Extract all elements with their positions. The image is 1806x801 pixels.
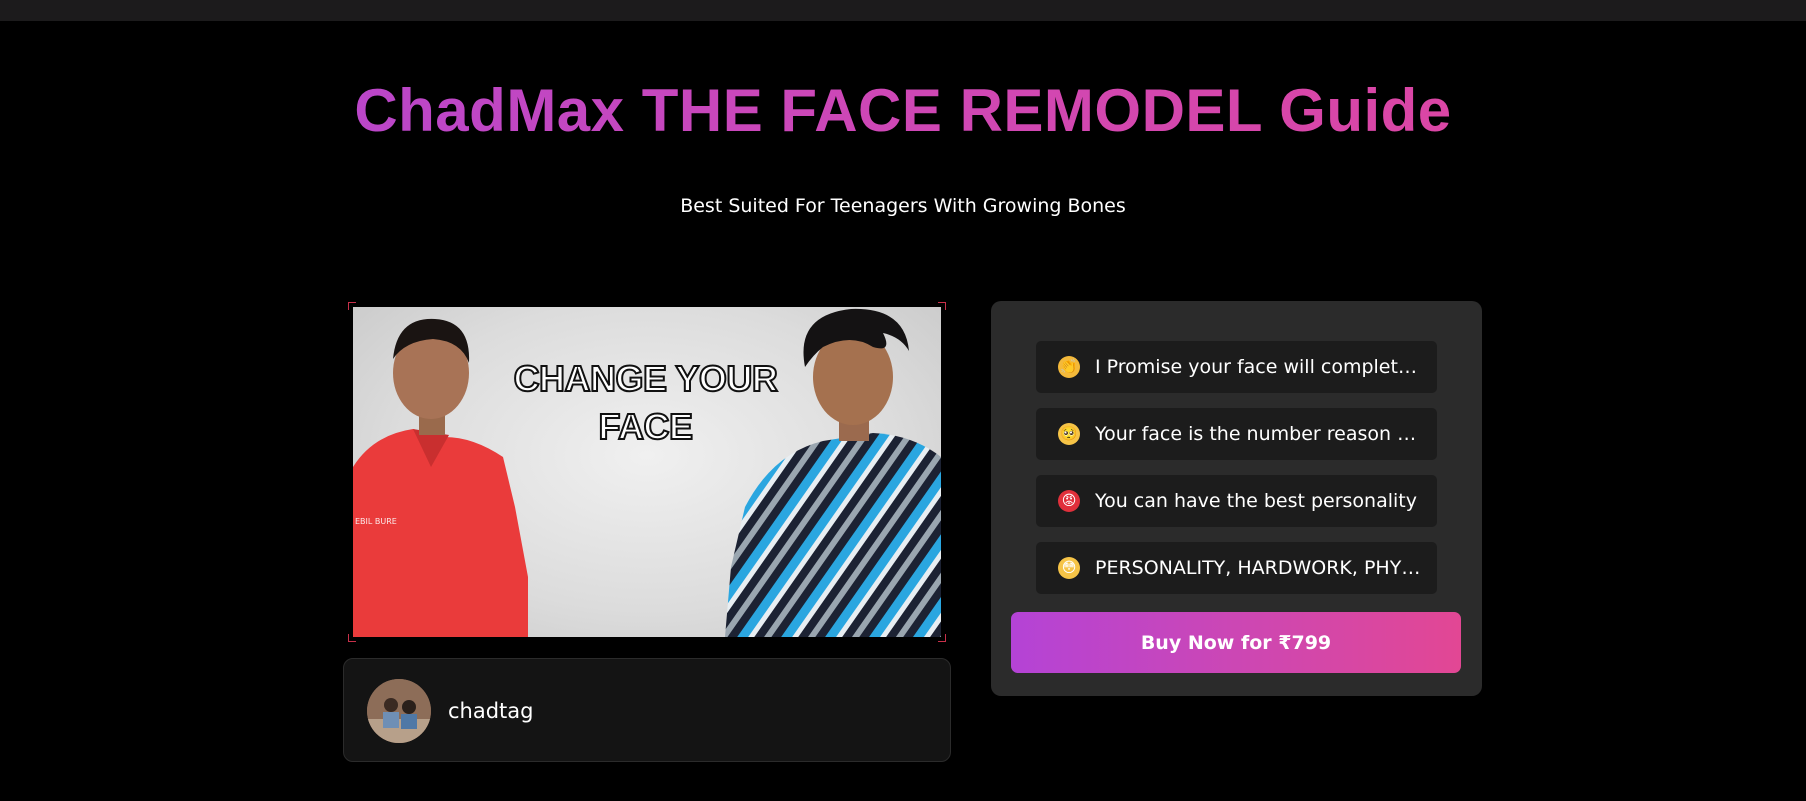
- product-thumbnail[interactable]: EBIL BURE CHANGE YOUR FACE: [353, 307, 941, 637]
- feature-item: 👏 I Promise your face will completely ch…: [1036, 341, 1437, 393]
- feature-text: You can have the best personality: [1095, 490, 1417, 512]
- angry-face-icon: 😡: [1058, 490, 1080, 512]
- feature-item: 😳 PERSONALITY, HARDWORK, PHYSIQUE: [1036, 542, 1437, 594]
- shirt-print-text: EBIL BURE: [355, 517, 397, 526]
- flushed-face-icon: 😳: [1058, 557, 1080, 579]
- pleading-face-icon: 🥺: [1058, 423, 1080, 445]
- thumbnail-headline-line1: CHANGE YOUR: [513, 357, 779, 400]
- feature-item: 🥺 Your face is the number reason why: [1036, 408, 1437, 460]
- thumbnail-headline: CHANGE YOUR FACE: [473, 355, 818, 451]
- feature-item: 😡 You can have the best personality: [1036, 475, 1437, 527]
- feature-text: PERSONALITY, HARDWORK, PHYSIQUE: [1095, 557, 1425, 579]
- thumbnail-headline-line2: FACE: [597, 405, 694, 448]
- purchase-panel: 👏 I Promise your face will completely ch…: [991, 301, 1482, 696]
- creator-name[interactable]: chadtag: [448, 699, 534, 723]
- browser-top-bar: [0, 0, 1806, 21]
- page-subtitle: Best Suited For Teenagers With Growing B…: [680, 195, 1126, 217]
- clapping-hands-icon: 👏: [1058, 356, 1080, 378]
- buy-now-button[interactable]: Buy Now for ₹799: [1011, 612, 1461, 673]
- feature-text: I Promise your face will completely chan…: [1095, 356, 1425, 378]
- page-title: ChadMax THE FACE REMODEL Guide: [0, 76, 1806, 145]
- avatar-image: [367, 679, 431, 743]
- creator-avatar[interactable]: [367, 679, 431, 743]
- feature-text: Your face is the number reason why: [1095, 423, 1425, 445]
- product-image-frame: EBIL BURE CHANGE YOUR FACE: [348, 302, 946, 642]
- creator-card[interactable]: chadtag: [343, 658, 951, 762]
